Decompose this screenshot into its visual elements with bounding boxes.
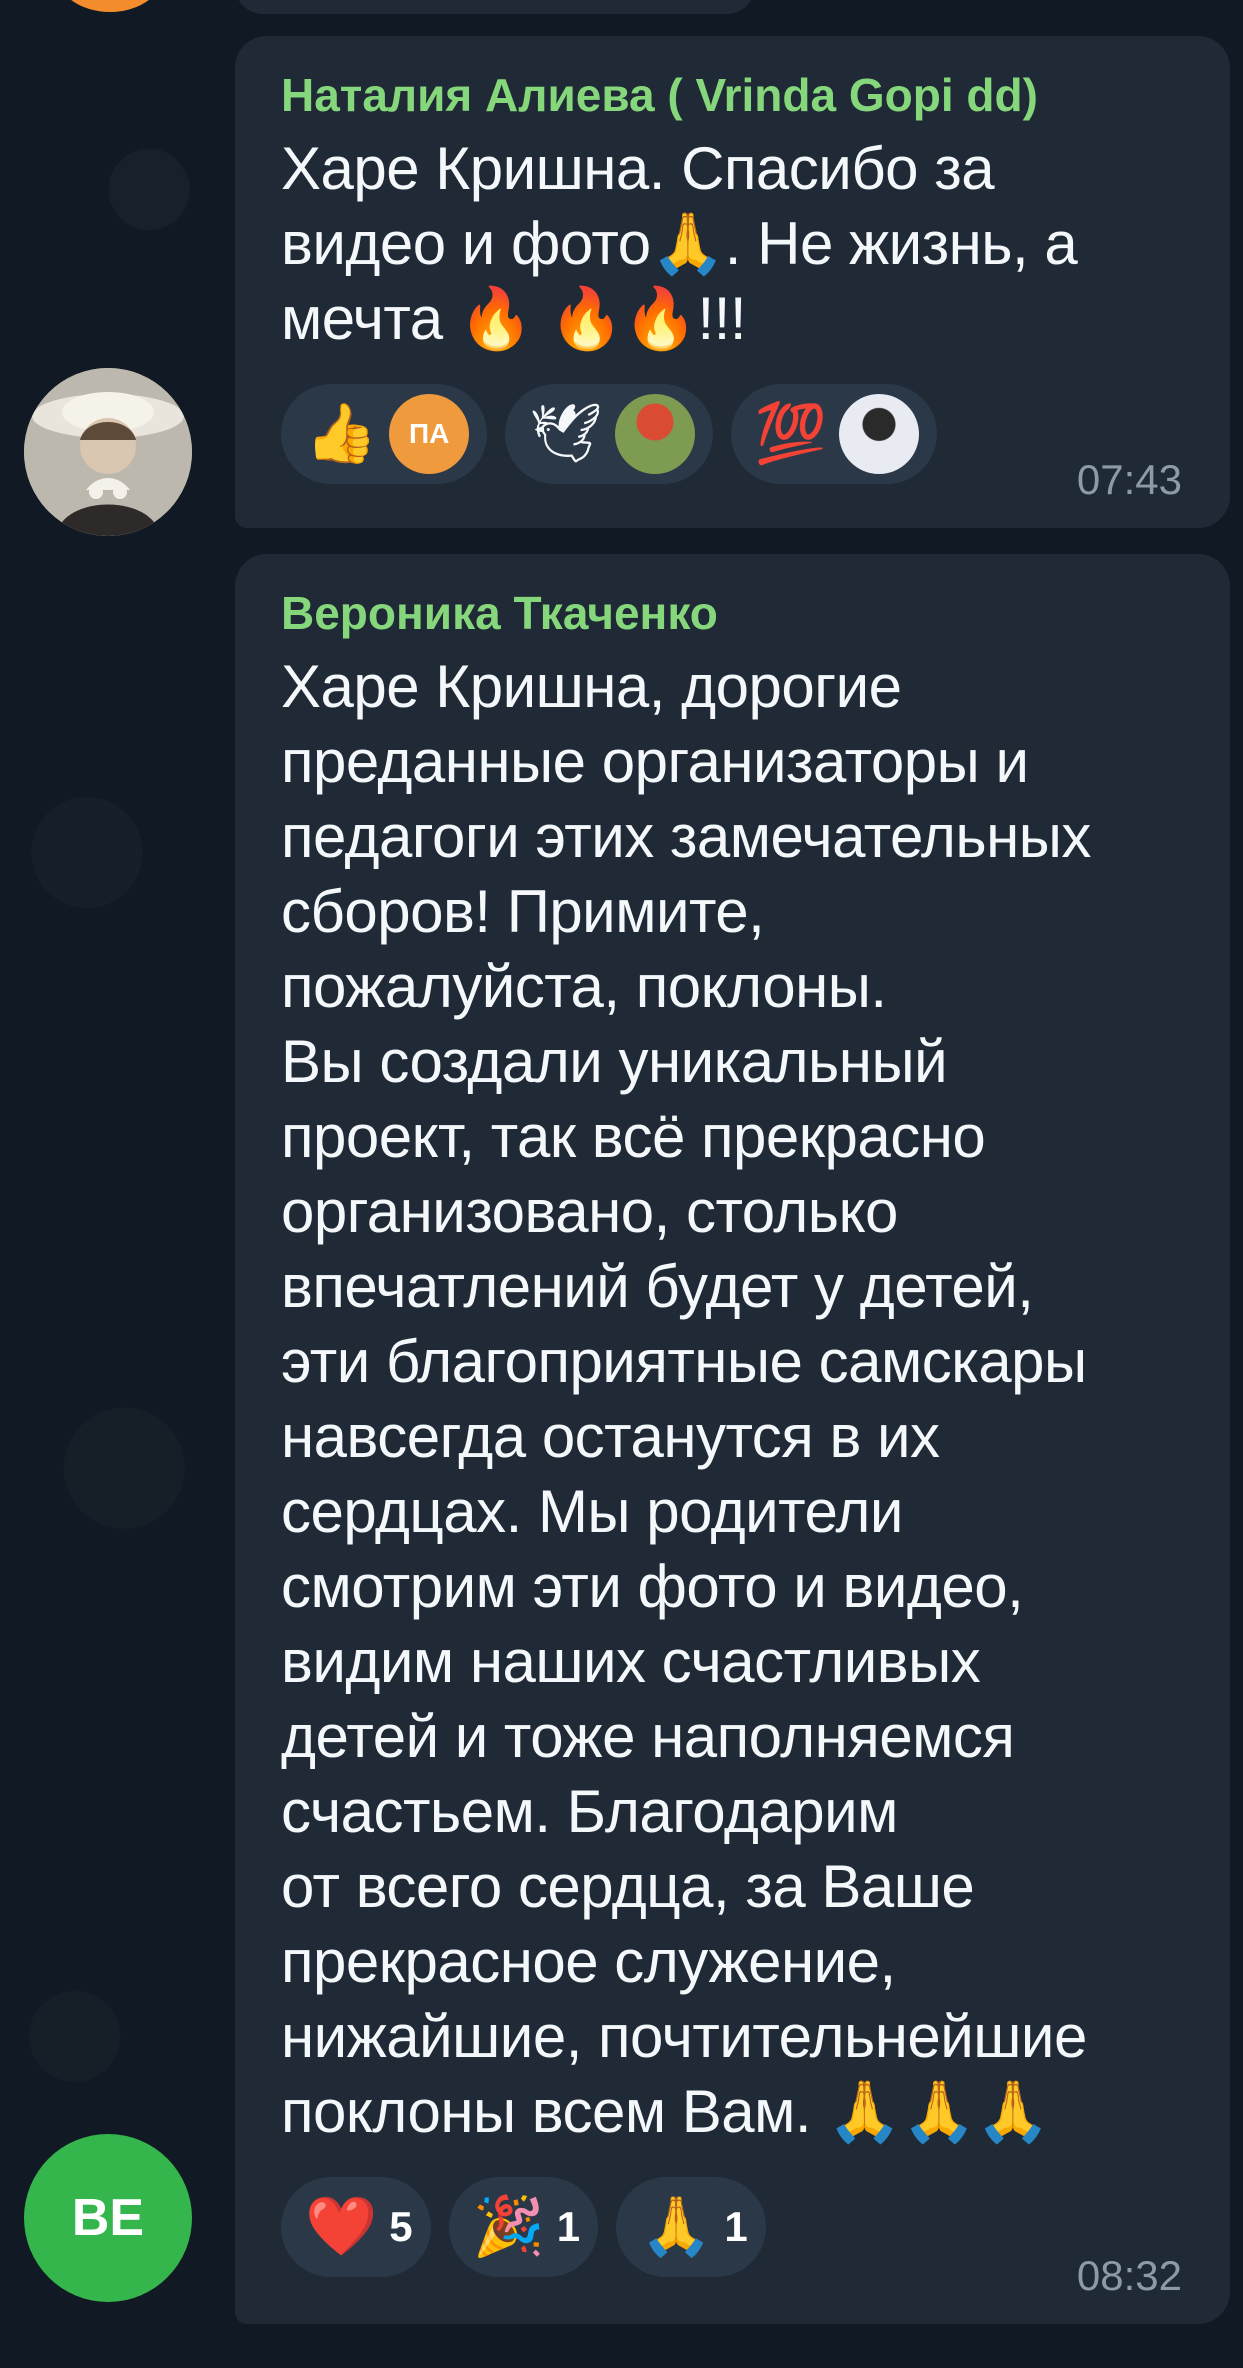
message-bubble[interactable]: Вероника Ткаченко Харе Кришна, дорогие п…: [235, 554, 1230, 2324]
message-bubble[interactable]: Наталия Алиева ( Vrinda Gopi dd) Харе Кр…: [235, 36, 1230, 528]
flowers-avatar: [614, 394, 695, 475]
message-time: 08:32: [1076, 2252, 1182, 2299]
folded-hands-icon: 🙏: [640, 2194, 713, 2260]
message-text: Харе Кришна, дорогие преданные организат…: [281, 653, 1091, 2146]
reaction-dove[interactable]: 🕊: [505, 384, 713, 485]
reaction-count: 5: [389, 2203, 413, 2251]
woman-photo-icon: [24, 368, 192, 536]
sender-name[interactable]: Наталия Алиева ( Vrinda Gopi dd): [281, 68, 1180, 123]
reaction-count: 1: [724, 2203, 748, 2251]
reactions-row: 👍 ПА 🕊 💯: [281, 384, 1180, 485]
message-time: 07:43: [1076, 456, 1182, 503]
reactions-row: ❤️ 5 🎉 1 🙏 1: [281, 2177, 1180, 2278]
hundred-points-icon: 💯: [754, 401, 828, 467]
user-initials-avatar[interactable]: BE: [24, 2134, 192, 2302]
sender-name[interactable]: Вероника Ткаченко: [281, 586, 1180, 641]
message-text: Харе Кришна. Спасибо за видео и фото🙏. Н…: [281, 135, 1078, 353]
reaction-thumbs-up[interactable]: 👍 ПА: [281, 384, 488, 485]
thumbs-up-icon: 👍: [305, 401, 378, 467]
reaction-hundred[interactable]: 💯: [730, 384, 938, 485]
reaction-count: 1: [556, 2203, 581, 2251]
woman-avatar: [839, 394, 920, 475]
heart-icon: ❤️: [305, 2194, 378, 2260]
party-popper-icon: 🎉: [472, 2194, 545, 2260]
user-photo-avatar[interactable]: [24, 368, 192, 536]
reaction-avatar: ПА: [389, 394, 470, 475]
reaction-party[interactable]: 🎉 1: [448, 2177, 599, 2278]
previous-message-bubble-fragment: [235, 0, 755, 14]
dove-icon: 🕊: [529, 401, 603, 467]
reaction-pray[interactable]: 🙏 1: [616, 2177, 766, 2278]
reaction-heart[interactable]: ❤️ 5: [281, 2177, 431, 2278]
